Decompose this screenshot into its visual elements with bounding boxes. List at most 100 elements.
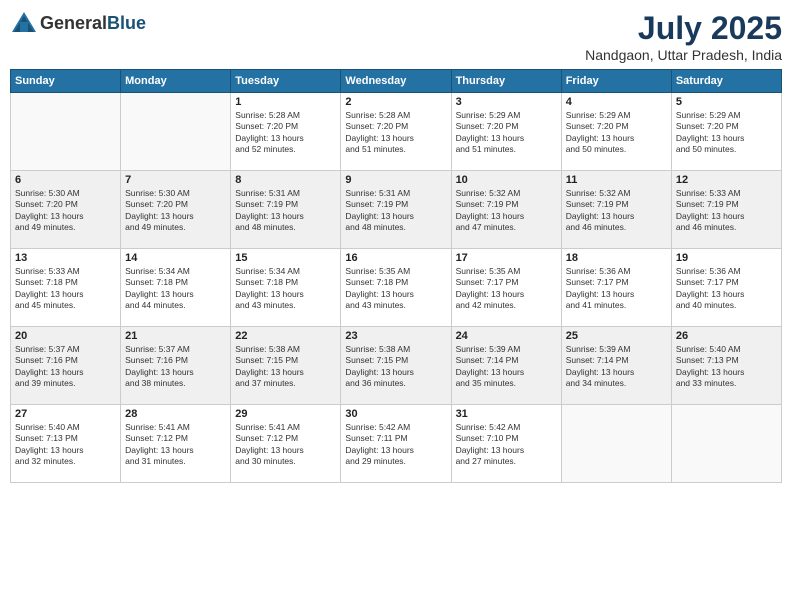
calendar-cell: 29Sunrise: 5:41 AMSunset: 7:12 PMDayligh…	[231, 405, 341, 483]
calendar-cell: 3 Sunrise: 5:29 AMSunset: 7:20 PMDaylight…	[451, 93, 561, 171]
day-number: 24	[456, 330, 557, 342]
day-info: Sunrise: 5:36 AMSunset: 7:17 PMDaylight:…	[566, 266, 667, 312]
calendar-cell: 4 Sunrise: 5:29 AMSunset: 7:20 PMDaylight…	[561, 93, 671, 171]
day-info: Sunrise: 5:31 AMSunset: 7:19 PMDaylight:…	[235, 188, 336, 234]
day-number: 5	[676, 96, 777, 108]
header-saturday: Saturday	[671, 70, 781, 93]
day-info: Sunrise: 5:29 AMSunset: 7:20 PMDaylight:…	[456, 110, 557, 156]
day-info: Sunrise: 5:40 AMSunset: 7:13 PMDaylight:…	[676, 344, 777, 390]
calendar-cell: 1Sunrise: 5:28 AMSunset: 7:20 PMDaylight…	[231, 93, 341, 171]
calendar-cell: 2 Sunrise: 5:28 AMSunset: 7:20 PMDaylight…	[341, 93, 451, 171]
header-sunday: Sunday	[11, 70, 121, 93]
day-info: Sunrise: 5:42 AMSunset: 7:11 PMDaylight:…	[345, 422, 446, 468]
week-row-1: 6 Sunrise: 5:30 AMSunset: 7:20 PMDaylight…	[11, 171, 782, 249]
day-info: Sunrise: 5:39 AMSunset: 7:14 PMDaylight:…	[456, 344, 557, 390]
day-number: 30	[345, 408, 446, 420]
header-thursday: Thursday	[451, 70, 561, 93]
calendar-cell: 14 Sunrise: 5:34 AMSunset: 7:18 PMDayligh…	[121, 249, 231, 327]
day-number: 13	[15, 252, 116, 264]
day-info: Sunrise: 5:28 AMSunset: 7:20 PMDaylight:…	[235, 110, 336, 156]
calendar-cell: 18 Sunrise: 5:36 AMSunset: 7:17 PMDayligh…	[561, 249, 671, 327]
day-number: 15	[235, 252, 336, 264]
calendar-cell: 31 Sunrise: 5:42 AMSunset: 7:10 PMDayligh…	[451, 405, 561, 483]
calendar-header: SundayMondayTuesdayWednesdayThursdayFrid…	[11, 70, 782, 93]
day-number: 2	[345, 96, 446, 108]
month-title: July 2025	[585, 10, 782, 47]
calendar-cell: 9Sunrise: 5:31 AMSunset: 7:19 PMDaylight…	[341, 171, 451, 249]
day-number: 18	[566, 252, 667, 264]
day-number: 11	[566, 174, 667, 186]
calendar-body: 1Sunrise: 5:28 AMSunset: 7:20 PMDaylight…	[11, 93, 782, 483]
calendar-cell: 15 Sunrise: 5:34 AMSunset: 7:18 PMDayligh…	[231, 249, 341, 327]
day-info: Sunrise: 5:41 AMSunset: 7:12 PMDaylight:…	[125, 422, 226, 468]
week-row-4: 27Sunrise: 5:40 AMSunset: 7:13 PMDayligh…	[11, 405, 782, 483]
day-number: 20	[15, 330, 116, 342]
week-row-0: 1Sunrise: 5:28 AMSunset: 7:20 PMDaylight…	[11, 93, 782, 171]
day-number: 8	[235, 174, 336, 186]
page: GeneralBlue July 2025 Nandgaon, Uttar Pr…	[0, 0, 792, 612]
day-info: Sunrise: 5:33 AMSunset: 7:18 PMDaylight:…	[15, 266, 116, 312]
day-info: Sunrise: 5:34 AMSunset: 7:18 PMDaylight:…	[125, 266, 226, 312]
calendar-cell: 12 Sunrise: 5:33 AMSunset: 7:19 PMDayligh…	[671, 171, 781, 249]
day-number: 6	[15, 174, 116, 186]
day-number: 27	[15, 408, 116, 420]
day-number: 7	[125, 174, 226, 186]
calendar-cell: 25 Sunrise: 5:39 AMSunset: 7:14 PMDayligh…	[561, 327, 671, 405]
day-number: 29	[235, 408, 336, 420]
day-info: Sunrise: 5:36 AMSunset: 7:17 PMDaylight:…	[676, 266, 777, 312]
calendar-cell	[561, 405, 671, 483]
calendar-cell: 21Sunrise: 5:37 AMSunset: 7:16 PMDayligh…	[121, 327, 231, 405]
calendar-cell: 26 Sunrise: 5:40 AMSunset: 7:13 PMDayligh…	[671, 327, 781, 405]
calendar-cell: 20Sunrise: 5:37 AMSunset: 7:16 PMDayligh…	[11, 327, 121, 405]
day-number: 12	[676, 174, 777, 186]
day-number: 22	[235, 330, 336, 342]
calendar-cell: 5Sunrise: 5:29 AMSunset: 7:20 PMDaylight…	[671, 93, 781, 171]
calendar-cell	[11, 93, 121, 171]
calendar-cell: 22 Sunrise: 5:38 AMSunset: 7:15 PMDayligh…	[231, 327, 341, 405]
location-title: Nandgaon, Uttar Pradesh, India	[585, 47, 782, 63]
day-number: 23	[345, 330, 446, 342]
day-info: Sunrise: 5:37 AMSunset: 7:16 PMDaylight:…	[125, 344, 226, 390]
day-number: 14	[125, 252, 226, 264]
day-number: 28	[125, 408, 226, 420]
day-info: Sunrise: 5:29 AMSunset: 7:20 PMDaylight:…	[566, 110, 667, 156]
day-info: Sunrise: 5:28 AMSunset: 7:20 PMDaylight:…	[345, 110, 446, 156]
calendar-cell: 28 Sunrise: 5:41 AMSunset: 7:12 PMDayligh…	[121, 405, 231, 483]
day-number: 4	[566, 96, 667, 108]
day-info: Sunrise: 5:42 AMSunset: 7:10 PMDaylight:…	[456, 422, 557, 468]
calendar-cell: 16 Sunrise: 5:35 AMSunset: 7:18 PMDayligh…	[341, 249, 451, 327]
day-info: Sunrise: 5:35 AMSunset: 7:17 PMDaylight:…	[456, 266, 557, 312]
logo: GeneralBlue	[10, 10, 146, 38]
header: GeneralBlue July 2025 Nandgaon, Uttar Pr…	[10, 10, 782, 63]
calendar-cell: 27Sunrise: 5:40 AMSunset: 7:13 PMDayligh…	[11, 405, 121, 483]
day-number: 3	[456, 96, 557, 108]
day-number: 26	[676, 330, 777, 342]
day-number: 9	[345, 174, 446, 186]
calendar-cell: 17Sunrise: 5:35 AMSunset: 7:17 PMDayligh…	[451, 249, 561, 327]
week-row-3: 20 Sunrise: 5:37 AMSunset: 7:16 PMDayligh…	[11, 327, 782, 405]
day-number: 16	[345, 252, 446, 264]
day-info: Sunrise: 5:34 AMSunset: 7:18 PMDaylight:…	[235, 266, 336, 312]
logo-general: GeneralBlue	[40, 14, 146, 34]
header-tuesday: Tuesday	[231, 70, 341, 93]
day-info: Sunrise: 5:38 AMSunset: 7:15 PMDaylight:…	[235, 344, 336, 390]
day-number: 31	[456, 408, 557, 420]
calendar-cell: 8 Sunrise: 5:31 AMSunset: 7:19 PMDaylight…	[231, 171, 341, 249]
header-wednesday: Wednesday	[341, 70, 451, 93]
day-info: Sunrise: 5:35 AMSunset: 7:18 PMDaylight:…	[345, 266, 446, 312]
calendar-cell	[671, 405, 781, 483]
calendar-cell: 6 Sunrise: 5:30 AMSunset: 7:20 PMDaylight…	[11, 171, 121, 249]
day-info: Sunrise: 5:39 AMSunset: 7:14 PMDaylight:…	[566, 344, 667, 390]
title-block: July 2025 Nandgaon, Uttar Pradesh, India	[585, 10, 782, 63]
logo-icon	[10, 10, 38, 38]
day-info: Sunrise: 5:33 AMSunset: 7:19 PMDaylight:…	[676, 188, 777, 234]
calendar-cell: 19 Sunrise: 5:36 AMSunset: 7:17 PMDayligh…	[671, 249, 781, 327]
day-info: Sunrise: 5:30 AMSunset: 7:20 PMDaylight:…	[15, 188, 116, 234]
header-monday: Monday	[121, 70, 231, 93]
day-number: 25	[566, 330, 667, 342]
header-row: SundayMondayTuesdayWednesdayThursdayFrid…	[11, 70, 782, 93]
calendar: SundayMondayTuesdayWednesdayThursdayFrid…	[10, 69, 782, 483]
calendar-cell	[121, 93, 231, 171]
day-number: 19	[676, 252, 777, 264]
week-row-2: 13 Sunrise: 5:33 AMSunset: 7:18 PMDayligh…	[11, 249, 782, 327]
